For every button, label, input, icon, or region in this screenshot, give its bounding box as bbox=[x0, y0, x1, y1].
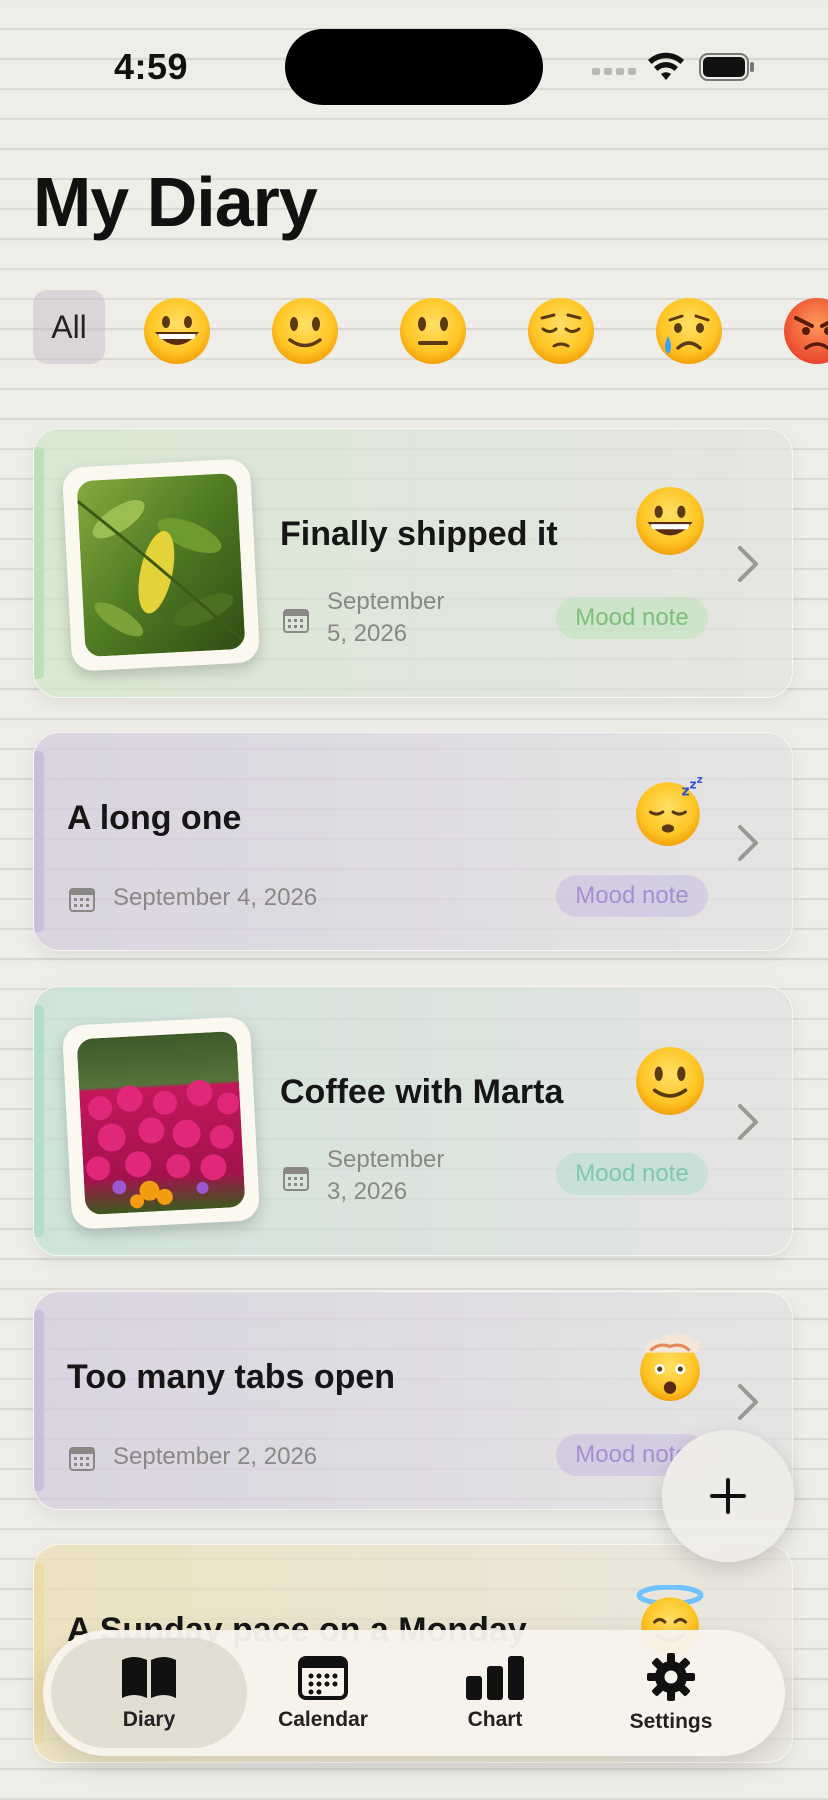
page-title: My Diary bbox=[33, 163, 318, 241]
sleeping-face-icon: z z z bbox=[636, 775, 703, 846]
mood-note-badge[interactable]: Mood note bbox=[556, 1153, 708, 1195]
calendar-icon bbox=[69, 888, 95, 912]
filter-all-button[interactable]: All bbox=[33, 290, 105, 364]
tab-bar: Diary Calendar Chart Settings bbox=[43, 1630, 785, 1756]
entry-date: September 5, 2026 bbox=[327, 588, 445, 647]
svg-text:z: z bbox=[697, 775, 703, 786]
tab-calendar[interactable]: Calendar bbox=[233, 1638, 413, 1748]
mood-accent-bar bbox=[34, 1005, 44, 1237]
svg-text:z: z bbox=[690, 777, 697, 791]
mood-note-badge[interactable]: Mood note bbox=[556, 597, 708, 639]
mood-accent-bar bbox=[34, 1310, 44, 1491]
add-entry-button[interactable] bbox=[662, 1430, 794, 1562]
grinning-face-icon[interactable] bbox=[142, 296, 212, 366]
plus-icon bbox=[710, 1478, 746, 1514]
mood-accent-bar bbox=[34, 447, 44, 679]
dynamic-island bbox=[285, 29, 543, 105]
entry-title: A long one bbox=[67, 799, 242, 837]
slightly-smiling-face-icon[interactable] bbox=[270, 296, 340, 366]
entry-photo bbox=[61, 1016, 261, 1230]
leaf-photo bbox=[76, 472, 246, 658]
calendar-icon bbox=[69, 1447, 95, 1471]
grinning-face-icon bbox=[636, 487, 704, 555]
chevron-right-icon bbox=[738, 1104, 758, 1140]
gear-icon bbox=[647, 1653, 695, 1701]
tab-label: Chart bbox=[467, 1708, 523, 1731]
diary-entry-card[interactable]: A long one September 4, 2026 Mood note z… bbox=[33, 732, 793, 951]
status-bar: 4:59 bbox=[0, 0, 828, 120]
mood-filter-row: All bbox=[0, 290, 828, 366]
tab-label: Settings bbox=[629, 1710, 713, 1733]
entry-date: September 2, 2026 bbox=[113, 1443, 318, 1470]
entry-date: September 3, 2026 bbox=[327, 1146, 445, 1205]
book-icon bbox=[122, 1657, 176, 1698]
angry-face-icon[interactable] bbox=[782, 296, 828, 366]
calendar-icon bbox=[298, 1656, 348, 1700]
status-time: 4:59 bbox=[114, 46, 189, 87]
exploding-head-icon bbox=[640, 1333, 700, 1401]
tab-label: Calendar bbox=[278, 1708, 368, 1731]
bar-chart-icon bbox=[466, 1656, 524, 1700]
cellular-signal-icon bbox=[592, 68, 636, 75]
slightly-smiling-face-icon bbox=[636, 1047, 704, 1115]
diary-entry-card[interactable]: Coffee with Marta September 3, 2026 Mood… bbox=[33, 986, 793, 1256]
entry-date: September 4, 2026 bbox=[113, 884, 318, 911]
svg-text:z: z bbox=[681, 784, 689, 800]
entry-title: Finally shipped it bbox=[280, 515, 558, 553]
flowers-photo bbox=[76, 1030, 246, 1216]
crying-face-icon[interactable] bbox=[654, 296, 724, 366]
mood-note-badge[interactable]: Mood note bbox=[556, 875, 708, 917]
tab-chart[interactable]: Chart bbox=[413, 1638, 577, 1748]
neutral-face-icon[interactable] bbox=[398, 296, 468, 366]
wifi-icon bbox=[648, 52, 684, 80]
tab-label: Diary bbox=[122, 1708, 176, 1731]
chevron-right-icon bbox=[738, 546, 758, 582]
tab-diary[interactable]: Diary bbox=[51, 1638, 247, 1748]
calendar-icon bbox=[283, 609, 309, 633]
entry-title: Too many tabs open bbox=[67, 1358, 396, 1396]
chevron-right-icon bbox=[738, 825, 758, 861]
entry-photo bbox=[61, 458, 261, 672]
chevron-right-icon bbox=[738, 1384, 758, 1420]
mood-accent-bar bbox=[34, 1563, 44, 1744]
battery-icon bbox=[699, 53, 754, 81]
mood-accent-bar bbox=[34, 751, 44, 932]
diary-entry-card[interactable]: Finally shipped it September 5, 2026 Moo… bbox=[33, 428, 793, 698]
entry-title: Coffee with Marta bbox=[280, 1073, 564, 1111]
tab-settings[interactable]: Settings bbox=[581, 1638, 761, 1748]
calendar-icon bbox=[283, 1167, 309, 1191]
pensive-face-icon[interactable] bbox=[526, 296, 596, 366]
